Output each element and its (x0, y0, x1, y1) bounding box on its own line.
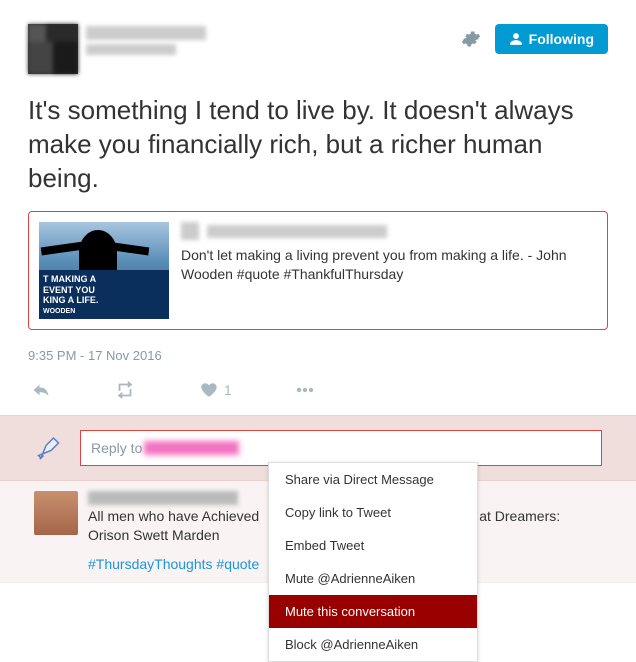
heart-icon (200, 381, 218, 399)
following-label: Following (529, 31, 594, 47)
quoted-body: Don't let making a living prevent you fr… (181, 222, 597, 319)
quoted-avatar (181, 222, 199, 240)
reply-input[interactable]: Reply to (80, 430, 602, 466)
quoted-text: Don't let making a living prevent you fr… (181, 246, 597, 284)
quoted-username (207, 225, 387, 238)
gear-icon[interactable] (461, 29, 481, 49)
timestamp[interactable]: 9:35 PM - 17 Nov 2016 (28, 348, 608, 363)
user-icon (509, 32, 523, 46)
retweet-icon (114, 379, 136, 401)
menu-item-share-via-direct-message[interactable]: Share via Direct Message (269, 463, 477, 496)
self-avatar[interactable] (34, 431, 68, 465)
tweet-header: Following (28, 24, 608, 74)
retweet-button[interactable] (114, 379, 136, 401)
reply-icon (32, 381, 50, 399)
like-count: 1 (224, 382, 232, 398)
more-icon (296, 387, 314, 393)
quoted-tweet[interactable]: T MAKING A EVENT YOU KING A LIFE. WOODEN… (28, 211, 608, 330)
header-actions: Following (461, 24, 608, 54)
quoted-image: T MAKING A EVENT YOU KING A LIFE. WOODEN (39, 222, 169, 319)
following-button[interactable]: Following (495, 24, 608, 54)
user-text (86, 24, 206, 55)
reply-avatar[interactable] (34, 491, 78, 535)
quill-icon (36, 433, 66, 463)
like-button[interactable]: 1 (200, 381, 232, 399)
menu-item-block-adrienneaiken[interactable]: Block @AdrienneAiken (269, 628, 477, 661)
tweet-actions: 1 (28, 371, 608, 415)
user-info[interactable] (28, 24, 206, 74)
tweet-card: Following It's something I tend to live … (0, 0, 636, 415)
more-menu: Share via Direct MessageCopy link to Twe… (268, 462, 478, 662)
avatar[interactable] (28, 24, 78, 74)
tweet-text: It's something I tend to live by. It doe… (28, 94, 608, 195)
reply-button[interactable] (32, 381, 50, 399)
menu-item-mute-adrienneaiken[interactable]: Mute @AdrienneAiken (269, 562, 477, 595)
more-button[interactable] (296, 387, 314, 393)
menu-item-embed-tweet[interactable]: Embed Tweet (269, 529, 477, 562)
menu-item-copy-link-to-tweet[interactable]: Copy link to Tweet (269, 496, 477, 529)
